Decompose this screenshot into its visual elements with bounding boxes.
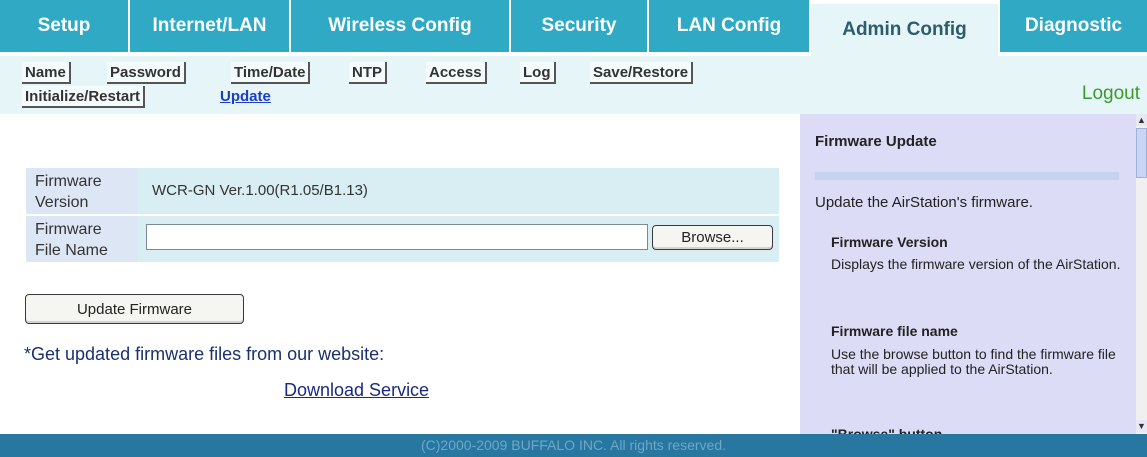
- subnav-log[interactable]: Log: [520, 62, 556, 84]
- tab-internet-lan[interactable]: Internet/LAN: [130, 0, 289, 52]
- subnav-time-date[interactable]: Time/Date: [231, 62, 311, 84]
- firmware-file-input[interactable]: [146, 224, 648, 250]
- help-firmware-version-text: Displays the firmware version of the Air…: [831, 256, 1121, 272]
- firmware-file-row: Firmware File Name Browse...: [26, 216, 779, 262]
- tab-admin-config[interactable]: Admin Config: [811, 4, 998, 56]
- tab-security[interactable]: Security: [511, 0, 647, 52]
- firmware-version-row: Firmware Version WCR-GN Ver.1.00(R1.05/B…: [26, 168, 779, 214]
- subnav-access[interactable]: Access: [426, 62, 487, 84]
- tab-diagnostic[interactable]: Diagnostic: [1000, 0, 1147, 52]
- firmware-website-note: *Get updated firmware files from our web…: [24, 344, 385, 364]
- help-scrollbar[interactable]: ▲ ▼: [1136, 114, 1147, 434]
- footer-copyright: (C)2000-2009 BUFFALO INC. All rights res…: [0, 434, 1147, 457]
- help-firmware-file-heading: Firmware file name: [831, 323, 958, 339]
- subnav-name[interactable]: Name: [22, 62, 71, 84]
- firmware-version-value: WCR-GN Ver.1.00(R1.05/B1.13): [152, 182, 368, 199]
- help-intro: Update the AirStation's firmware.: [815, 194, 1033, 211]
- firmware-update-panel: Firmware Version WCR-GN Ver.1.00(R1.05/B…: [0, 114, 795, 434]
- firmware-file-label-line1: Firmware: [35, 221, 102, 238]
- help-firmware-version-heading: Firmware Version: [831, 234, 948, 250]
- logout-link[interactable]: Logout: [1082, 83, 1140, 105]
- help-browse-heading: "Browse" button: [831, 426, 943, 434]
- help-panel: Firmware Update Update the AirStation's …: [800, 114, 1136, 434]
- firmware-file-label: Firmware File Name: [26, 216, 138, 262]
- help-title: Firmware Update: [815, 133, 937, 150]
- subnav-save-restore[interactable]: Save/Restore: [590, 62, 694, 84]
- scroll-up-arrow-icon[interactable]: ▲: [1136, 114, 1147, 126]
- tab-lan-config[interactable]: LAN Config: [649, 0, 809, 52]
- subnav-update[interactable]: Update: [217, 86, 274, 108]
- help-firmware-file-text: Use the browse button to find the firmwa…: [831, 346, 1116, 377]
- scroll-thumb[interactable]: [1136, 128, 1147, 178]
- firmware-version-label: Firmware Version: [26, 168, 138, 214]
- update-firmware-button[interactable]: Update Firmware: [25, 294, 244, 324]
- tab-setup[interactable]: Setup: [0, 0, 128, 52]
- tab-wireless-config[interactable]: Wireless Config: [291, 0, 509, 52]
- main-tab-bar: Setup Internet/LAN Wireless Config Secur…: [0, 0, 1147, 56]
- subnav-ntp[interactable]: NTP: [349, 62, 387, 84]
- subnav-initialize-restart[interactable]: Initialize/Restart: [22, 86, 146, 108]
- subnav-password[interactable]: Password: [107, 62, 186, 84]
- admin-subnav: Name Password Time/Date NTP Access Log S…: [0, 56, 1147, 114]
- scroll-down-arrow-icon[interactable]: ▼: [1136, 420, 1147, 432]
- browse-button[interactable]: Browse...: [652, 225, 773, 250]
- download-service-link[interactable]: Download Service: [284, 380, 429, 401]
- firmware-version-label-line2: Version: [35, 194, 89, 211]
- firmware-version-label-line1: Firmware: [35, 173, 102, 190]
- help-divider: [815, 172, 1119, 180]
- firmware-file-label-line2: File Name: [35, 242, 108, 259]
